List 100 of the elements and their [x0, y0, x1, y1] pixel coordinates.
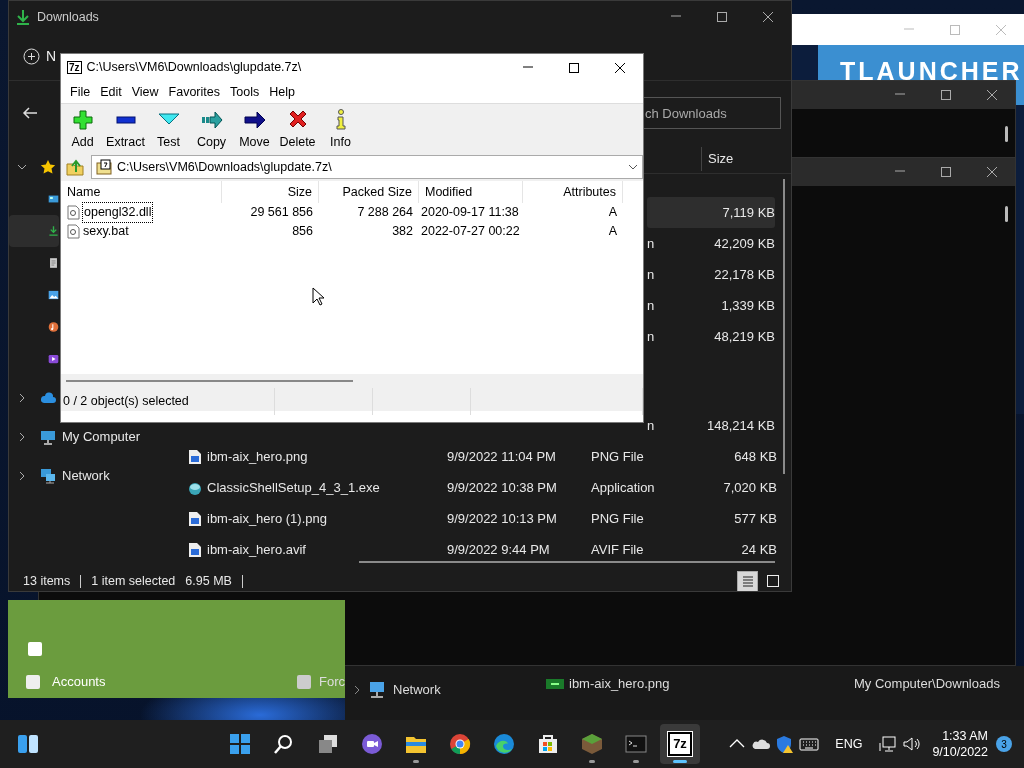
app-logo: 7z: [67, 61, 82, 74]
folder-up-icon[interactable]: [65, 157, 85, 177]
close-icon: [986, 166, 998, 178]
file-size: 48,219 KB: [713, 327, 775, 346]
checkbox[interactable]: [26, 674, 40, 689]
column-header[interactable]: Modified: [419, 181, 523, 203]
gear-file-icon: [67, 224, 80, 239]
new-button[interactable]: N: [23, 46, 57, 67]
taskbar-button[interactable]: 7z: [660, 724, 700, 764]
checkbox[interactable]: [28, 642, 42, 656]
widgets-icon: [17, 733, 39, 755]
scrollbar-thumb[interactable]: [1005, 206, 1008, 222]
menu-item[interactable]: Edit: [95, 82, 127, 102]
image-file-icon: [187, 448, 203, 465]
copy-button[interactable]: Copy: [190, 104, 233, 153]
file-name: ibm-aix_hero.png: [207, 447, 309, 466]
clock-time[interactable]: 1:33 AM: [932, 728, 988, 744]
column-header[interactable]: Attributes: [523, 181, 623, 203]
add-button[interactable]: Add: [61, 104, 104, 153]
file-row[interactable]: n 22,178 KB: [647, 259, 775, 290]
maximize-icon: [940, 166, 952, 178]
menu-item[interactable]: Tools: [225, 82, 265, 102]
back-icon[interactable]: [22, 106, 38, 120]
selection-size: 6.95 MB: [185, 572, 232, 590]
grass-block-icon: [581, 733, 603, 755]
item-count: 13 items: [23, 572, 71, 590]
extract-button[interactable]: Extract: [104, 104, 147, 153]
column-header[interactable]: Size: [222, 181, 319, 203]
cloud-icon: [40, 390, 56, 406]
close-icon: [986, 89, 998, 101]
browser-icon: [493, 733, 515, 755]
file-size: 29 561 856: [249, 204, 314, 222]
file-size: 648 KB: [733, 447, 777, 466]
file-size: 7,119 KB: [721, 203, 775, 222]
move-button[interactable]: Move: [233, 104, 276, 153]
option-label: Forc: [319, 673, 345, 691]
menu-item[interactable]: Favorites: [163, 82, 225, 102]
file-name[interactable]: ibm-aix_hero.png: [569, 674, 854, 694]
close-icon: [995, 23, 1007, 36]
details-view-button[interactable]: [737, 570, 758, 591]
clock-date[interactable]: 9/10/2022: [932, 744, 988, 760]
file-type: Application: [591, 478, 656, 497]
status-text: 0 / 2 object(s) selected: [61, 388, 275, 415]
plus-circle-icon: [23, 48, 40, 65]
file-size: 148,214 KB: [706, 416, 775, 435]
nav-item[interactable]: Network: [9, 460, 165, 492]
scrollbar-thumb[interactable]: [783, 179, 785, 474]
file-name[interactable]: sexy.bat: [83, 222, 129, 241]
search-field[interactable]: ch Downloads: [641, 97, 781, 129]
maximize-icon: [716, 11, 728, 23]
info-button[interactable]: Info: [319, 104, 362, 153]
menu-item[interactable]: Help: [264, 82, 300, 102]
archive-icon: [96, 159, 112, 175]
chevron-icon[interactable]: [17, 471, 27, 481]
notification-count[interactable]: 3: [996, 736, 1012, 752]
file-row[interactable]: ClassicShellSetup_4_3_1.exe 9/9/2022 10:38 PM Application 7,020 KB: [169, 472, 775, 503]
file-name[interactable]: opengl32.dll: [83, 203, 153, 222]
chat-icon: [361, 733, 383, 755]
file-row[interactable]: n 1,339 KB: [647, 290, 775, 321]
nav-item[interactable]: My Computer: [9, 421, 165, 453]
column-header[interactable]: Packed Size: [319, 181, 419, 203]
chevron-icon[interactable]: [17, 162, 27, 172]
chevron-icon[interactable]: [17, 432, 27, 442]
scrollbar-thumb[interactable]: [359, 561, 775, 563]
nav-item[interactable]: Network: [345, 666, 505, 706]
volume-icon[interactable]: [902, 734, 923, 754]
menu-item[interactable]: View: [126, 82, 164, 102]
dropdown-caret-icon: [628, 164, 638, 170]
language-indicator[interactable]: ENG: [823, 734, 875, 754]
checkbox[interactable]: [297, 674, 311, 689]
chevron-icon[interactable]: [17, 393, 27, 403]
file-row[interactable]: n 48,219 KB: [647, 321, 775, 352]
delete-button[interactable]: Delete: [276, 104, 319, 153]
shield-warning-icon[interactable]: [775, 734, 796, 754]
file-size: 1,339 KB: [720, 296, 775, 315]
document-icon: [48, 255, 59, 271]
download-icon: [48, 223, 59, 239]
scrollbar-thumb[interactable]: [66, 380, 353, 382]
scrollbar-thumb[interactable]: [1005, 126, 1008, 142]
file-type: n: [647, 327, 656, 346]
close-icon: [614, 61, 626, 74]
test-button[interactable]: Test: [147, 104, 190, 153]
file-name: ibm-aix_hero.avif: [207, 540, 307, 559]
path-field[interactable]: C:\Users\VM6\Downloads\glupdate.7z\: [91, 155, 643, 179]
file-size: 24 KB: [740, 540, 777, 559]
column-header[interactable]: Size: [701, 146, 777, 171]
arrow-icon: [243, 109, 266, 131]
packed-size: 382: [391, 223, 414, 241]
option-label: Accounts: [52, 673, 106, 691]
file-row[interactable]: ibm-aix_hero.png 9/9/2022 11:04 PM PNG File 648 KB: [169, 441, 775, 472]
list-icon: [740, 574, 755, 588]
menu-item[interactable]: File: [65, 82, 96, 102]
file-row[interactable]: ibm-aix_hero.avif 9/9/2022 9:44 PM AVIF File 24 KB: [169, 534, 775, 565]
network-icon[interactable]: [878, 734, 899, 754]
file-row[interactable]: 7,119 KB: [647, 197, 775, 228]
file-row[interactable]: n 148,214 KB: [647, 410, 775, 441]
column-header[interactable]: Name: [61, 181, 222, 203]
file-type: n: [647, 234, 656, 253]
file-row[interactable]: ibm-aix_hero (1).png 9/9/2022 10:13 PM PNG File 577 KB: [169, 503, 775, 534]
file-row[interactable]: n 42,209 KB: [647, 228, 775, 259]
